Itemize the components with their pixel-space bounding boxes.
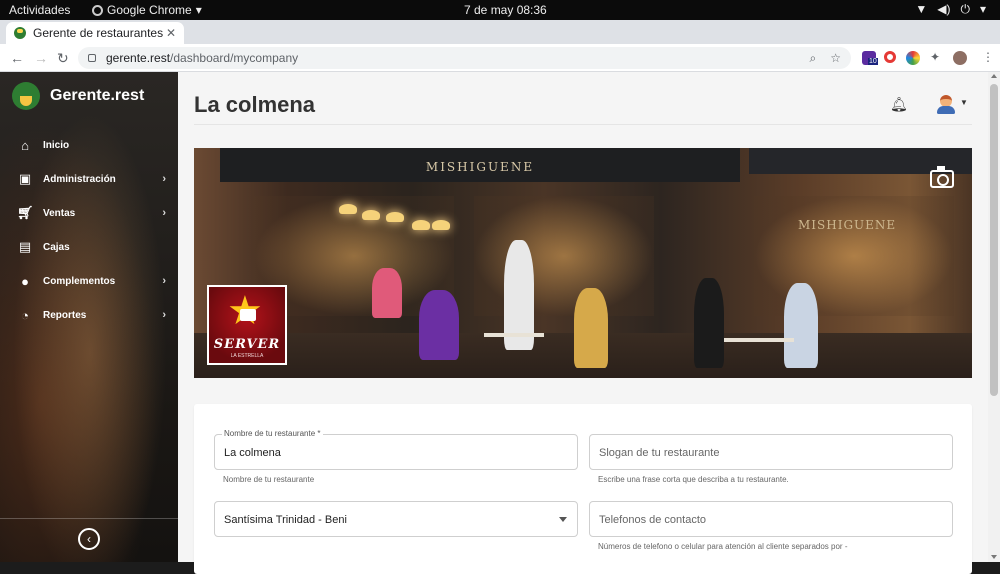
scroll-up-icon[interactable] — [991, 74, 997, 78]
restaurant-name-label: Nombre de tu restaurante * — [222, 429, 323, 438]
extensions-puzzle-icon[interactable]: ✦ — [930, 50, 940, 64]
brand-name: Gerente.rest — [50, 87, 145, 104]
logo-subtext: LA ESTRELLA — [230, 353, 264, 359]
power-icon: ⏻ — [960, 2, 970, 16]
dropdown-caret-icon — [559, 517, 567, 522]
phone-hint: Números de telefono o celular para atenc… — [598, 542, 848, 551]
sidebar-item-administracion[interactable]: ▣ Administración › — [0, 162, 178, 196]
back-icon[interactable]: ← — [10, 50, 24, 66]
phone-placeholder: Telefonos de contacto — [599, 514, 707, 526]
header-divider — [194, 124, 972, 125]
reload-icon[interactable]: ↻ — [57, 50, 69, 67]
slogan-placeholder: Slogan de tu restaurante — [599, 447, 720, 459]
home-icon: ⌂ — [21, 137, 29, 153]
sidebar-item-inicio[interactable]: ⌂ Inicio — [0, 128, 178, 162]
forward-icon[interactable]: → — [34, 50, 48, 66]
extension-badge-count: 10 — [868, 58, 878, 65]
sidebar-menu: ⌂ Inicio ▣ Administración › 🛒︎ Ventas › … — [0, 128, 178, 332]
sidebar-item-label: Ventas — [43, 207, 76, 219]
app: Gerente.rest ⌂ Inicio ▣ Administración ›… — [0, 72, 1000, 574]
brand-logo-icon — [12, 82, 40, 110]
chevron-right-icon: › — [162, 275, 166, 287]
restaurant-name-value: La colmena — [224, 447, 281, 459]
system-tray[interactable]: ▼ ◀) ⏻ ▾ — [915, 2, 986, 17]
opera-icon[interactable] — [884, 51, 896, 63]
extension-badge-icon[interactable]: 10 — [862, 51, 878, 65]
scrollbar-thumb[interactable] — [990, 84, 998, 396]
sidebar-item-label: Inicio — [43, 139, 70, 151]
page-scrollbar[interactable] — [988, 72, 1000, 562]
sidebar: Gerente.rest ⌂ Inicio ▣ Administración ›… — [0, 72, 178, 562]
address-bar[interactable]: gerente.rest /dashboard/mycompany ⌕ ☆ — [78, 47, 851, 69]
restaurant-name-hint: Nombre de tu restaurante — [223, 475, 315, 484]
tab-strip: Gerente de restaurantes ✕ + ⬤ — ❐ ✕ — [0, 20, 1000, 62]
notifications-bell-icon[interactable]: 🔔︎ — [890, 96, 908, 113]
chevron-down-icon[interactable]: ▼ — [960, 98, 968, 107]
storefront-sign-2: MISHIGUENE — [798, 218, 897, 232]
favicon-icon — [14, 27, 26, 39]
zoom-icon[interactable]: ⌕ — [810, 51, 817, 66]
tab-title: Gerente de restaurantes — [33, 26, 164, 40]
sidebar-item-label: Cajas — [43, 241, 70, 253]
sidebar-item-reportes[interactable]: ◔ Reportes › — [0, 298, 178, 332]
profile-avatar-icon[interactable] — [953, 51, 967, 65]
lock-icon[interactable] — [88, 54, 96, 62]
change-cover-camera-icon[interactable] — [930, 166, 954, 188]
collapse-sidebar-button[interactable]: ‹ — [78, 528, 100, 550]
logo-text: SERVER — [213, 337, 281, 352]
wifi-icon: ▼ — [915, 2, 928, 16]
url-path: /dashboard/mycompany — [170, 51, 299, 65]
main-content: La colmena 🔔︎ ▼ MISHIGUENE MISHIGUENE SE… — [178, 72, 988, 574]
camera-icon — [240, 309, 256, 321]
awning: MISHIGUENE — [220, 148, 740, 182]
close-tab-icon[interactable]: ✕ — [166, 26, 176, 40]
sidebar-item-label: Administración — [43, 173, 116, 185]
chevron-right-icon: › — [162, 173, 166, 185]
cash-icon: ▤ — [18, 239, 32, 254]
chevron-left-icon: ‹ — [87, 532, 91, 546]
chevron-right-icon: › — [162, 207, 166, 219]
cart-icon: 🛒︎ — [17, 205, 34, 220]
sidebar-divider — [0, 518, 178, 519]
storefront-sign: MISHIGUENE — [425, 160, 535, 174]
clock[interactable]: 7 de may 08:36 — [464, 3, 547, 17]
brand[interactable]: Gerente.rest — [12, 82, 144, 110]
sidebar-item-cajas[interactable]: ▤ Cajas — [0, 230, 178, 264]
sidebar-item-label: Complementos — [43, 275, 116, 287]
location-select[interactable]: Santísima Trinidad - Beni — [214, 501, 578, 537]
chevron-down-icon: ▾ — [979, 2, 986, 16]
pie-chart-icon: ◔ — [21, 307, 29, 323]
activities-button[interactable]: Actividades — [9, 3, 70, 17]
user-avatar[interactable] — [936, 92, 956, 114]
gnome-top-bar: Actividades Google Chrome ▾ 7 de may 08:… — [0, 0, 1000, 20]
app-menu-label: Google Chrome — [107, 3, 192, 17]
browser-tab[interactable]: Gerente de restaurantes ✕ — [6, 22, 184, 44]
scroll-down-icon[interactable] — [991, 555, 997, 559]
company-form-card: Nombre de tu restaurante * La colmena No… — [194, 404, 972, 574]
cover-image: MISHIGUENE MISHIGUENE ★ — [194, 148, 972, 378]
sidebar-item-label: Reportes — [43, 309, 87, 321]
phone-field[interactable]: Telefonos de contacto — [589, 501, 953, 537]
restaurant-name-field[interactable]: Nombre de tu restaurante * La colmena — [214, 429, 578, 470]
restaurant-logo[interactable]: ★ SERVER LA ESTRELLA — [207, 285, 287, 365]
page-title: La colmena — [194, 92, 316, 117]
color-picker-icon[interactable] — [906, 51, 920, 65]
chevron-down-icon: ▾ — [195, 3, 202, 17]
lightbulb-icon: ● — [21, 273, 29, 289]
slogan-hint: Escribe una frase corta que describa a t… — [598, 475, 789, 484]
url-host: gerente.rest — [106, 51, 171, 65]
slogan-field[interactable]: Slogan de tu restaurante — [589, 434, 953, 470]
bookmark-star-icon[interactable]: ☆ — [830, 51, 841, 66]
app-menu[interactable]: Google Chrome ▾ — [92, 3, 202, 17]
sidebar-item-ventas[interactable]: 🛒︎ Ventas › — [0, 196, 178, 230]
chevron-right-icon: › — [162, 309, 166, 321]
chrome-icon — [92, 4, 103, 16]
browser-toolbar: ← → ↻ gerente.rest /dashboard/mycompany … — [0, 44, 1000, 72]
location-value: Santísima Trinidad - Beni — [224, 514, 347, 526]
sidebar-item-complementos[interactable]: ● Complementos › — [0, 264, 178, 298]
browser-menu-icon[interactable]: ⋮ — [982, 50, 994, 64]
briefcase-icon: ▣ — [18, 171, 32, 186]
volume-icon: ◀) — [937, 2, 951, 16]
